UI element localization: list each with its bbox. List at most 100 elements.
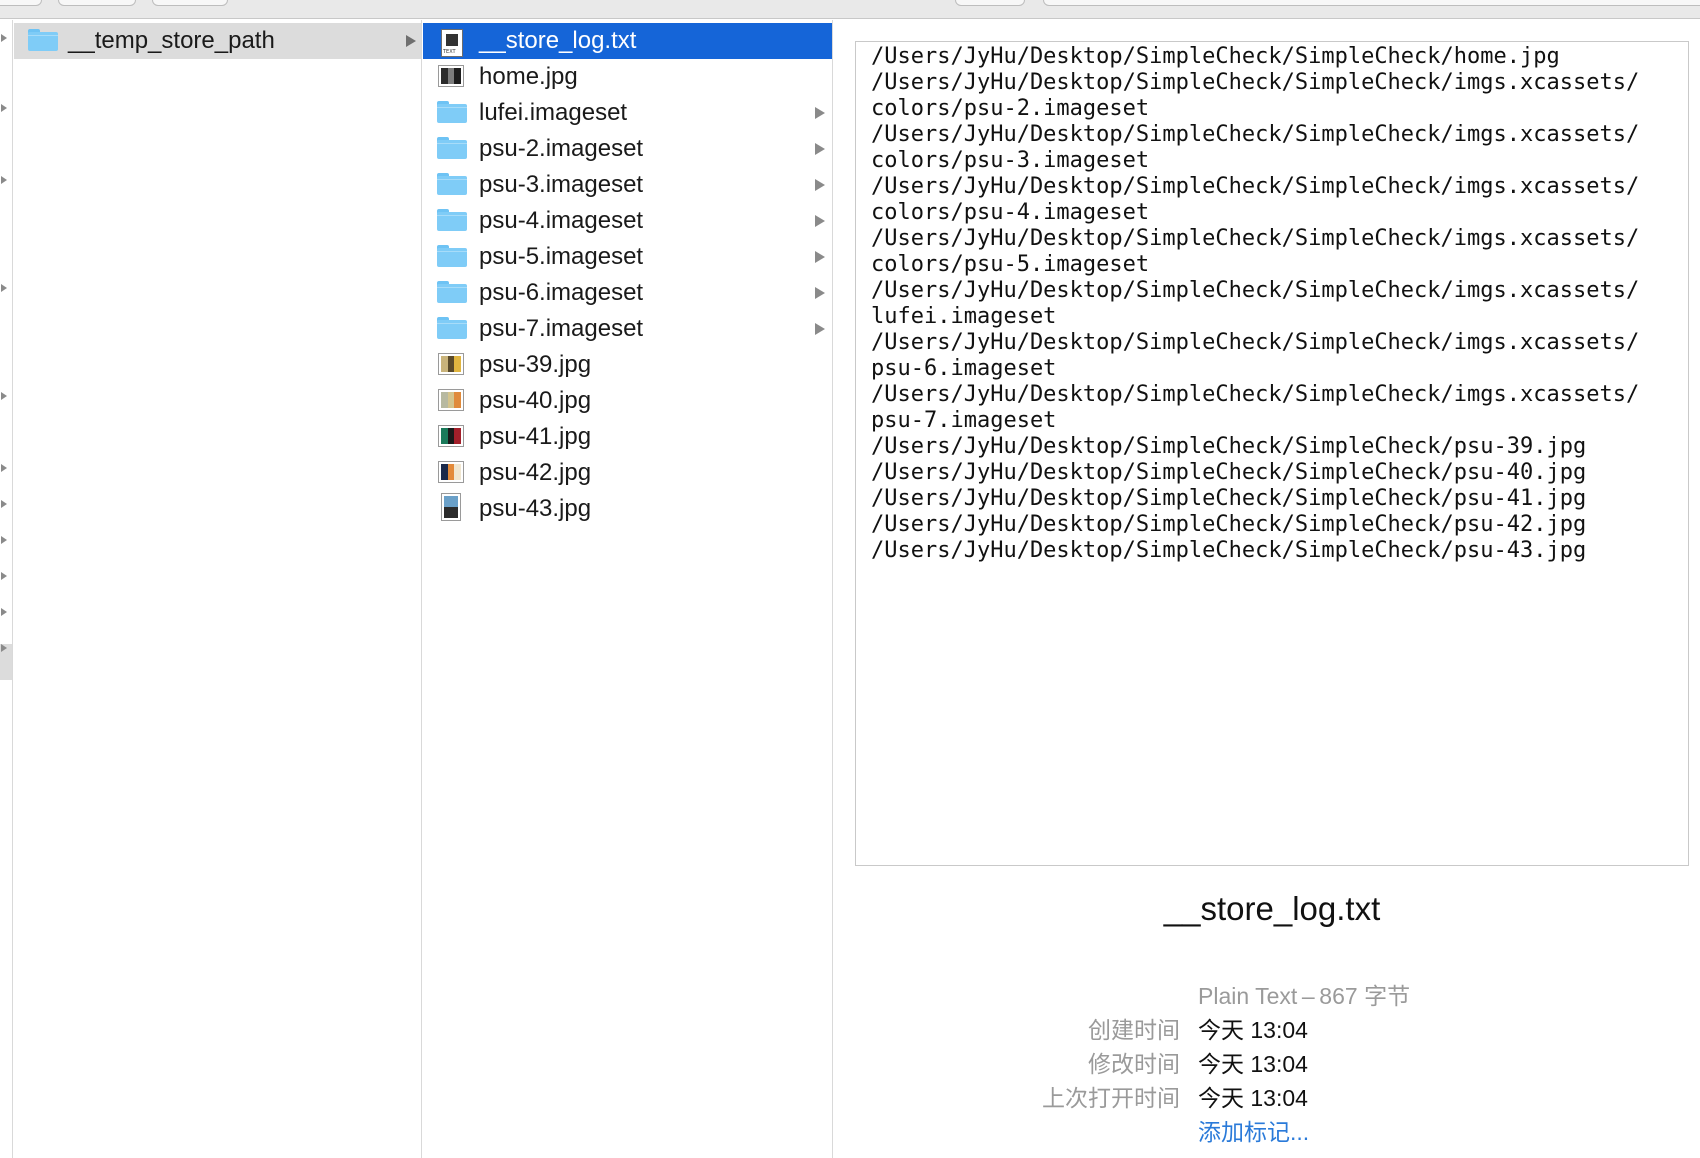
folder-icon [437, 317, 467, 339]
folder-icon [437, 209, 467, 231]
list-item[interactable]: lufei.imageset [423, 95, 832, 131]
disclosure-arrow-icon[interactable] [1, 104, 7, 112]
image-file-icon [438, 353, 464, 375]
chevron-right-icon [815, 179, 825, 191]
disclosure-arrow-icon[interactable] [1, 464, 7, 472]
image-file-icon [438, 65, 464, 87]
item-label: psu-43.jpg [479, 495, 592, 522]
preview-line: /Users/JyHu/Desktop/SimpleCheck/SimpleCh… [871, 70, 1640, 95]
preview-line: /Users/JyHu/Desktop/SimpleCheck/SimpleCh… [871, 382, 1640, 407]
item-label: psu-7.imageset [479, 315, 644, 342]
item-label: lufei.imageset [479, 99, 628, 126]
text-file-icon [441, 29, 463, 57]
disclosure-arrow-icon[interactable] [1, 284, 7, 292]
modified-label: 修改时间 [1088, 1051, 1180, 1077]
modified-value: 今天 13:04 [1198, 1051, 1308, 1077]
list-item[interactable]: psu-40.jpg [423, 383, 832, 419]
created-label: 创建时间 [1088, 1017, 1180, 1043]
preview-line: colors/psu-4.imageset [871, 200, 1150, 225]
list-item[interactable]: home.jpg [423, 59, 832, 95]
list-item[interactable]: psu-2.imageset [423, 131, 832, 167]
toolbar-button[interactable] [955, 0, 1025, 6]
toolbar-button[interactable] [58, 0, 136, 6]
preview-line: /Users/JyHu/Desktop/SimpleCheck/SimpleCh… [871, 538, 1587, 563]
disclosure-arrow-icon[interactable] [1, 176, 7, 184]
chevron-right-icon [815, 251, 825, 263]
window-toolbar [0, 0, 1700, 19]
item-label: __temp_store_path [68, 27, 275, 54]
chevron-right-icon [815, 287, 825, 299]
folder-icon [437, 101, 467, 123]
disclosure-arrow-icon[interactable] [1, 644, 7, 652]
preview-line: /Users/JyHu/Desktop/SimpleCheck/SimpleCh… [871, 486, 1587, 511]
list-item[interactable]: psu-6.imageset [423, 275, 832, 311]
disclosure-arrow-icon[interactable] [1, 536, 7, 544]
preview-filename: __store_log.txt [1163, 890, 1381, 927]
preview-line: colors/psu-2.imageset [871, 96, 1150, 121]
disclosure-arrow-icon[interactable] [1, 392, 7, 400]
preview-line: /Users/JyHu/Desktop/SimpleCheck/SimpleCh… [871, 330, 1640, 355]
chevron-right-icon [815, 323, 825, 335]
item-label: psu-41.jpg [479, 423, 592, 450]
list-item[interactable]: psu-4.imageset [423, 203, 832, 239]
list-item[interactable]: __store_log.txt [423, 23, 832, 59]
file-preview[interactable]: /Users/JyHu/Desktop/SimpleCheck/SimpleCh… [855, 41, 1689, 866]
image-file-icon [438, 461, 464, 483]
search-field[interactable] [1043, 0, 1700, 6]
chevron-right-icon [815, 107, 825, 119]
image-file-icon [438, 425, 464, 447]
file-kind-size: Plain Text – 867 字节 [1198, 983, 1411, 1009]
chevron-right-icon [406, 35, 416, 47]
preview-line: /Users/JyHu/Desktop/SimpleCheck/SimpleCh… [871, 278, 1640, 303]
finder-column-parent[interactable] [0, 20, 13, 1158]
toolbar-button[interactable] [152, 0, 228, 6]
item-label: psu-39.jpg [479, 351, 592, 378]
folder-icon [28, 29, 58, 51]
list-item[interactable]: psu-3.imageset [423, 167, 832, 203]
preview-line: /Users/JyHu/Desktop/SimpleCheck/SimpleCh… [871, 122, 1640, 147]
chevron-right-icon [815, 143, 825, 155]
disclosure-arrow-icon[interactable] [1, 34, 7, 42]
item-label: psu-5.imageset [479, 243, 644, 270]
list-item[interactable]: psu-5.imageset [423, 239, 832, 275]
image-file-icon [438, 389, 464, 411]
preview-line: psu-6.imageset [871, 356, 1057, 381]
disclosure-arrow-icon[interactable] [1, 608, 7, 616]
preview-line: lufei.imageset [871, 304, 1057, 329]
list-item[interactable]: psu-39.jpg [423, 347, 832, 383]
disclosure-arrow-icon[interactable] [1, 572, 7, 580]
list-item[interactable]: psu-43.jpg [423, 491, 832, 527]
image-file-icon [441, 493, 461, 521]
item-label: __store_log.txt [479, 27, 637, 54]
list-item[interactable]: psu-41.jpg [423, 419, 832, 455]
preview-line: /Users/JyHu/Desktop/SimpleCheck/SimpleCh… [871, 226, 1640, 251]
item-label: psu-3.imageset [479, 171, 644, 198]
chevron-right-icon [815, 215, 825, 227]
item-label: home.jpg [479, 63, 578, 90]
add-tags-link[interactable]: 添加标记... [1198, 1113, 1309, 1147]
toolbar-button[interactable] [0, 0, 42, 6]
finder-column-contents[interactable]: __store_log.txt home.jpg lufei.imageset … [423, 20, 833, 1158]
folder-icon [437, 281, 467, 303]
preview-line: colors/psu-3.imageset [871, 148, 1150, 173]
preview-line: /Users/JyHu/Desktop/SimpleCheck/SimpleCh… [871, 174, 1640, 199]
item-label: psu-4.imageset [479, 207, 644, 234]
item-label: psu-6.imageset [479, 279, 644, 306]
finder-column-temp[interactable]: __temp_store_path [14, 20, 422, 1158]
item-label: psu-40.jpg [479, 387, 592, 414]
list-item[interactable]: __temp_store_path [14, 23, 421, 59]
disclosure-arrow-icon[interactable] [1, 500, 7, 508]
preview-line: colors/psu-5.imageset [871, 252, 1150, 277]
created-value: 今天 13:04 [1198, 1017, 1308, 1043]
list-item[interactable]: psu-42.jpg [423, 455, 832, 491]
item-label: psu-42.jpg [479, 459, 592, 486]
item-label: psu-2.imageset [479, 135, 644, 162]
preview-line: psu-7.imageset [871, 408, 1057, 433]
folder-icon [437, 245, 467, 267]
preview-line: /Users/JyHu/Desktop/SimpleCheck/SimpleCh… [871, 512, 1587, 537]
preview-line: /Users/JyHu/Desktop/SimpleCheck/SimpleCh… [871, 460, 1587, 485]
folder-icon [437, 137, 467, 159]
folder-icon [437, 173, 467, 195]
last-opened-label: 上次打开时间 [1042, 1085, 1180, 1111]
list-item[interactable]: psu-7.imageset [423, 311, 832, 347]
